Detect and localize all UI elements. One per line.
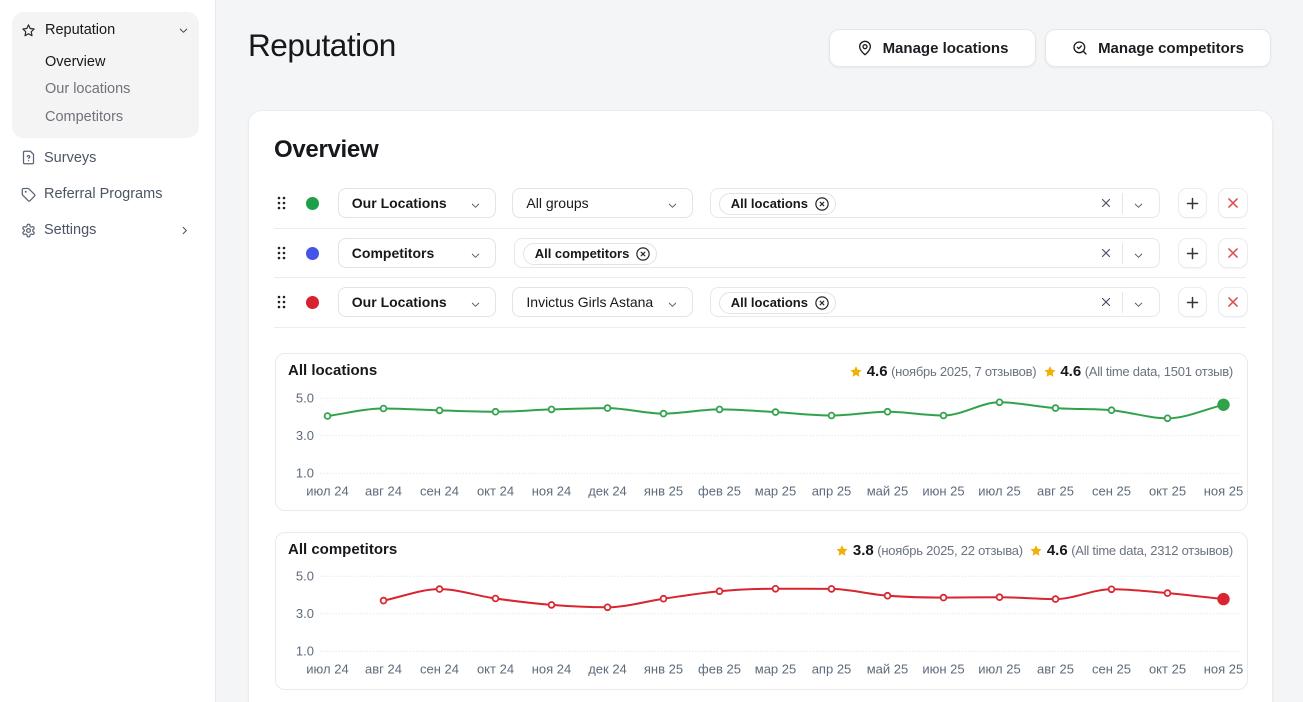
svg-text:ноя 25: ноя 25	[1204, 661, 1244, 676]
svg-text:дек 24: дек 24	[588, 661, 627, 676]
svg-text:сен 25: сен 25	[1092, 661, 1131, 676]
svg-text:авг 25: авг 25	[1037, 483, 1074, 498]
svg-text:июл 25: июл 25	[978, 483, 1020, 498]
svg-text:мар 25: мар 25	[755, 483, 796, 498]
svg-text:сен 24: сен 24	[420, 661, 459, 676]
svg-text:апр 25: апр 25	[812, 483, 852, 498]
svg-text:окт 25: окт 25	[1149, 661, 1186, 676]
svg-text:ноя 24: ноя 24	[532, 483, 572, 498]
svg-text:авг 24: авг 24	[365, 661, 402, 676]
svg-text:июн 25: июн 25	[922, 661, 964, 676]
svg-text:окт 24: окт 24	[477, 661, 514, 676]
svg-text:май 25: май 25	[867, 661, 909, 676]
svg-text:янв 25: янв 25	[644, 661, 683, 676]
svg-text:ноя 24: ноя 24	[532, 661, 572, 676]
svg-text:дек 24: дек 24	[588, 483, 627, 498]
svg-text:3.0: 3.0	[296, 428, 314, 443]
svg-text:июл 25: июл 25	[978, 661, 1020, 676]
svg-text:1.0: 1.0	[296, 643, 314, 658]
svg-text:мар 25: мар 25	[755, 661, 796, 676]
svg-text:июл 24: июл 24	[306, 661, 348, 676]
svg-text:фев 25: фев 25	[698, 661, 741, 676]
svg-text:июл 24: июл 24	[306, 483, 348, 498]
svg-text:янв 25: янв 25	[644, 483, 683, 498]
svg-text:окт 24: окт 24	[477, 483, 514, 498]
svg-text:июн 25: июн 25	[922, 483, 964, 498]
svg-text:5.0: 5.0	[296, 391, 314, 406]
svg-text:май 25: май 25	[867, 483, 909, 498]
svg-text:фев 25: фев 25	[698, 483, 741, 498]
svg-text:авг 25: авг 25	[1037, 661, 1074, 676]
svg-text:5.0: 5.0	[296, 568, 314, 583]
svg-text:окт 25: окт 25	[1149, 483, 1186, 498]
svg-text:апр 25: апр 25	[812, 661, 852, 676]
svg-text:1.0: 1.0	[296, 466, 314, 481]
svg-text:авг 24: авг 24	[365, 483, 402, 498]
svg-text:сен 25: сен 25	[1092, 483, 1131, 498]
svg-text:сен 24: сен 24	[420, 483, 459, 498]
svg-text:3.0: 3.0	[296, 606, 314, 621]
svg-text:ноя 25: ноя 25	[1204, 483, 1244, 498]
